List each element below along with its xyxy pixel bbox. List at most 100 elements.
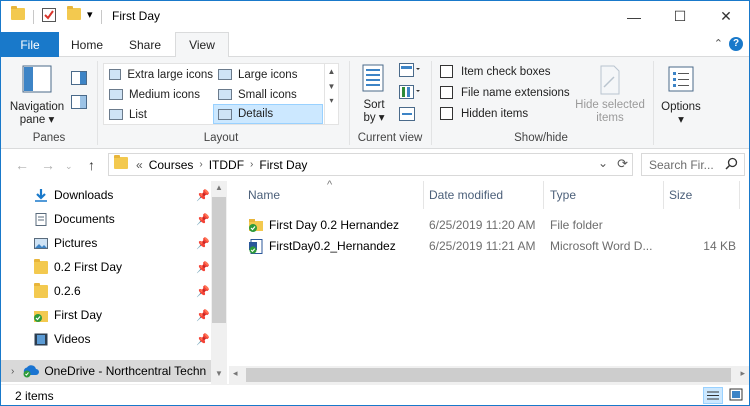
column-divider[interactable] [739, 181, 740, 209]
nav-item-onedrive[interactable]: › OneDrive - Northcentral Techn [1, 360, 211, 382]
gallery-more-icon[interactable]: ▾ [325, 96, 338, 105]
file-row[interactable]: FirstDay0.2_Hernandez 6/25/2019 11:21 AM… [229, 235, 749, 257]
scroll-up-icon[interactable]: ▲ [325, 67, 338, 76]
item-check-boxes-option[interactable]: Item check boxes [440, 65, 550, 78]
hidden-items-option[interactable]: Hidden items [440, 107, 528, 120]
breadcrumb-first-day[interactable]: First Day [259, 158, 307, 172]
search-box[interactable]: Search Fir... [641, 153, 745, 176]
back-icon[interactable]: ← [15, 157, 29, 173]
nav-item-documents[interactable]: Documents 📌 [34, 208, 210, 230]
layout-small-icons[interactable]: Small icons [214, 85, 322, 104]
scroll-down-icon[interactable]: ▼ [211, 369, 227, 378]
ribbon-tabs: File Home Share View ⌃ ? [1, 32, 749, 58]
pin-icon[interactable]: 📌 [196, 285, 210, 298]
options-arrow: ▾ [678, 114, 684, 126]
nav-item-videos[interactable]: Videos 📌 [34, 328, 210, 350]
options-icon [668, 66, 694, 92]
file-name[interactable]: FirstDay0.2_Hernandez [269, 239, 396, 253]
expand-icon[interactable]: › [11, 366, 14, 377]
item-check-boxes-checkbox[interactable] [440, 65, 453, 78]
column-divider[interactable] [543, 181, 544, 209]
search-input[interactable]: Search Fir... [649, 158, 714, 172]
up-icon[interactable]: ↑ [88, 157, 95, 173]
navigation-pane-button[interactable]: Navigation pane ▾ [7, 65, 67, 127]
column-divider[interactable] [423, 181, 424, 209]
large-icons-view-icon[interactable] [727, 387, 747, 404]
pin-icon[interactable]: 📌 [196, 237, 210, 250]
scroll-down-icon[interactable]: ▼ [325, 82, 338, 91]
column-header-type[interactable]: Type [550, 188, 576, 202]
sort-by-button[interactable]: Sort by ▾ [357, 63, 391, 125]
add-columns-icon[interactable] [399, 85, 421, 102]
file-name-extensions-option[interactable]: File name extensions [440, 86, 570, 99]
breadcrumb-courses[interactable]: Courses [149, 158, 194, 172]
tab-file[interactable]: File [1, 32, 59, 57]
properties-icon[interactable] [41, 7, 57, 25]
options-button[interactable]: Options ▾ [657, 65, 705, 127]
group-by-icon[interactable] [399, 63, 421, 80]
scroll-right-icon[interactable]: ▸ [740, 368, 745, 379]
customize-toolbar-arrow[interactable]: ▾ [87, 8, 93, 26]
details-view-icon[interactable] [703, 387, 723, 404]
tab-home[interactable]: Home [59, 32, 115, 57]
scroll-up-icon[interactable]: ▲ [211, 183, 227, 192]
column-header-size[interactable]: Size [669, 188, 692, 202]
address-dropdown-icon[interactable]: ⌄ [598, 156, 608, 170]
breadcrumb-itddf[interactable]: ITDDF [209, 158, 244, 172]
pin-icon[interactable]: 📌 [196, 189, 210, 202]
hidden-items-checkbox[interactable] [440, 107, 453, 120]
refresh-icon[interactable]: ⟳ [617, 156, 628, 172]
synced-folder-icon [34, 310, 48, 322]
chevron-right-icon[interactable]: › [250, 159, 253, 170]
horizontal-scroll-thumb[interactable] [246, 368, 731, 382]
column-header-date-modified[interactable]: Date modified [429, 188, 503, 202]
horizontal-scrollbar[interactable]: ◂ ▸ [229, 366, 749, 384]
preview-pane-icon[interactable] [71, 71, 87, 88]
pin-icon[interactable]: 📌 [196, 333, 210, 346]
maximize-button[interactable]: ☐ [657, 1, 703, 32]
new-folder-icon[interactable] [67, 6, 81, 26]
synced-folder-icon [248, 218, 264, 235]
forward-icon[interactable]: → [41, 157, 55, 173]
collapse-ribbon-icon[interactable]: ⌃ [714, 37, 723, 50]
nav-item-0-2-6[interactable]: 0.2.6 📌 [34, 280, 210, 302]
nav-item-pictures[interactable]: Pictures 📌 [34, 232, 210, 254]
recent-locations-icon[interactable]: ⌄ [65, 161, 73, 172]
layout-gallery-scroll[interactable]: ▲ ▼ ▾ [324, 64, 338, 124]
tab-share[interactable]: Share [115, 32, 175, 57]
file-type: File folder [550, 218, 603, 232]
tab-view[interactable]: View [175, 32, 229, 58]
options-label: Options [661, 101, 701, 113]
file-name[interactable]: First Day 0.2 Hernandez [269, 218, 399, 232]
file-row[interactable]: First Day 0.2 Hernandez 6/25/2019 11:20 … [229, 214, 749, 236]
column-header-name[interactable]: Name [248, 188, 280, 202]
minimize-button[interactable]: — [611, 1, 657, 32]
help-icon[interactable]: ? [729, 37, 743, 51]
group-divider [349, 61, 350, 145]
pin-icon[interactable]: 📌 [196, 213, 210, 226]
size-columns-icon[interactable] [399, 107, 415, 124]
nav-item-0-2-first-day[interactable]: 0.2 First Day 📌 [34, 256, 210, 278]
close-button[interactable]: ✕ [703, 1, 749, 32]
current-view-group-label: Current view [357, 132, 423, 144]
search-icon[interactable] [725, 157, 738, 173]
nav-pane-scrollbar[interactable]: ▲ ▼ [211, 181, 227, 384]
scroll-left-icon[interactable]: ◂ [233, 368, 238, 379]
layout-large-icons[interactable]: Large icons [214, 65, 322, 84]
column-divider[interactable] [663, 181, 664, 209]
pin-icon[interactable]: 📌 [196, 309, 210, 322]
chevron-right-icon[interactable]: › [199, 159, 202, 170]
details-pane-icon[interactable] [71, 95, 87, 112]
breadcrumb-overflow[interactable]: « [136, 158, 143, 172]
layout-medium-icons[interactable]: Medium icons [105, 85, 213, 104]
pin-icon[interactable]: 📌 [196, 261, 210, 274]
hide-selected-items-button[interactable]: Hide selected items [571, 65, 649, 125]
layout-details[interactable]: Details [213, 104, 323, 124]
address-bar[interactable]: « Courses › ITDDF › First Day ⌄ ⟳ [108, 153, 633, 176]
nav-item-first-day[interactable]: First Day 📌 [34, 304, 210, 326]
layout-list[interactable]: List [105, 105, 213, 124]
nav-item-downloads[interactable]: Downloads 📌 [34, 184, 210, 206]
file-name-extensions-checkbox[interactable] [440, 86, 453, 99]
nav-pane-scroll-thumb[interactable] [212, 197, 226, 323]
layout-extra-large-icons[interactable]: Extra large icons [105, 65, 213, 84]
